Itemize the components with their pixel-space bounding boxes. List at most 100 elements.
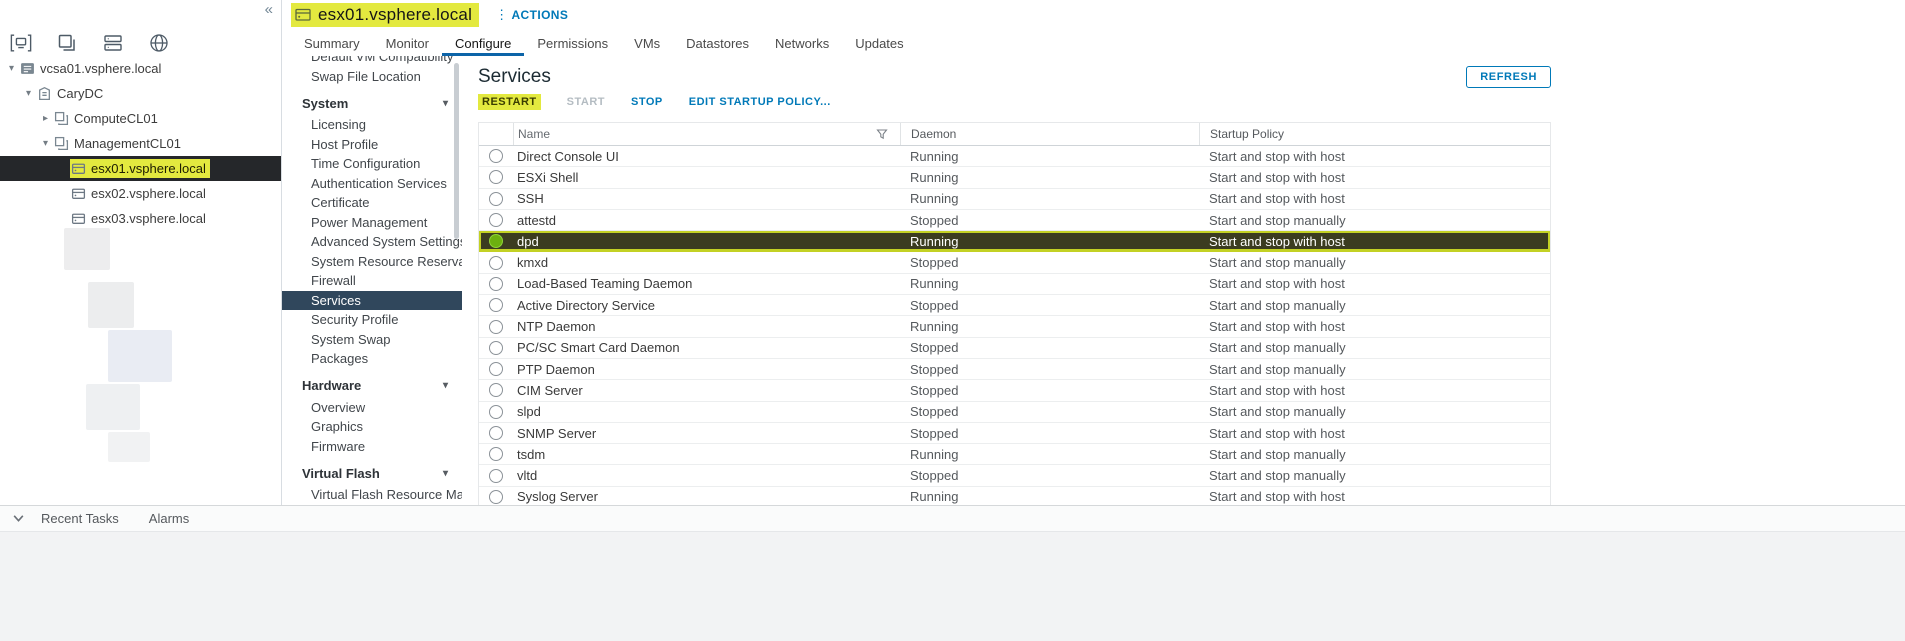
service-row-snmp-server[interactable]: SNMP Server Stopped Start and stop with ho… xyxy=(479,422,1550,445)
confignav-item-default-vm-compatibility[interactable]: Default VM Compatibility xyxy=(282,56,462,67)
service-row-esxi-shell[interactable]: ESXi Shell Running Start and stop with hos… xyxy=(479,167,1550,189)
confignav-item-authentication-services[interactable]: Authentication Services xyxy=(282,174,462,194)
confignav-item-power-management[interactable]: Power Management xyxy=(282,213,462,233)
vms-and-templates-icon[interactable] xyxy=(56,33,78,53)
hosts-and-clusters-icon[interactable] xyxy=(10,33,32,53)
row-radio[interactable] xyxy=(489,191,503,206)
chevron-down-icon[interactable]: ▾ xyxy=(38,138,53,149)
confignav-item-firewall[interactable]: Firewall xyxy=(282,271,462,291)
tab-datastores[interactable]: Datastores xyxy=(673,30,762,56)
tab-monitor[interactable]: Monitor xyxy=(373,30,442,56)
sidebar-collapse-icon[interactable]: « xyxy=(265,2,273,17)
tree-item-esx03-vsphere-local[interactable]: esx03.vsphere.local xyxy=(0,206,281,231)
service-name-cell: tsdm xyxy=(517,446,546,462)
confignav-item-time-configuration[interactable]: Time Configuration xyxy=(282,154,462,174)
tab-summary[interactable]: Summary xyxy=(291,30,373,56)
tree-item-vcsa01-vsphere-local[interactable]: ▾ vcsa01.vsphere.local xyxy=(0,56,281,81)
tab-vms[interactable]: VMs xyxy=(621,30,673,56)
actions-button[interactable]: ⋮ ACTIONS xyxy=(495,7,568,23)
row-radio[interactable] xyxy=(489,383,503,398)
service-row-dpd[interactable]: dpd Running Start and stop with host xyxy=(479,231,1550,253)
service-row-ptp-daemon[interactable]: PTP Daemon Stopped Start and stop manually xyxy=(479,358,1550,381)
tab-networks[interactable]: Networks xyxy=(762,30,842,56)
tab-configure[interactable]: Configure xyxy=(442,30,524,56)
service-row-slpd[interactable]: slpd Stopped Start and stop manually xyxy=(479,401,1550,423)
chevron-right-icon[interactable]: ▸ xyxy=(38,113,53,124)
refresh-button[interactable]: REFRESH xyxy=(1466,66,1551,88)
tab-updates[interactable]: Updates xyxy=(842,30,916,56)
confignav-item-swap-file-location[interactable]: Swap File Location xyxy=(282,67,462,87)
service-policy-cell: Start and stop with host xyxy=(1209,169,1345,185)
redacted-tree-item xyxy=(86,384,140,430)
storage-icon[interactable] xyxy=(102,33,124,53)
service-row-vltd[interactable]: vltd Stopped Start and stop manually xyxy=(479,465,1550,487)
confignav-section-hardware[interactable]: Hardware ▾ xyxy=(282,374,462,398)
toolbar-restart-button[interactable]: RESTART xyxy=(478,94,541,110)
service-row-ntp-daemon[interactable]: NTP Daemon Running Start and stop with hos… xyxy=(479,316,1550,338)
row-radio[interactable] xyxy=(489,362,503,377)
row-radio[interactable] xyxy=(489,234,503,249)
bottombar-recent-tasks[interactable]: Recent Tasks xyxy=(41,511,119,526)
tab-permissions[interactable]: Permissions xyxy=(524,30,621,56)
row-radio[interactable] xyxy=(489,468,503,483)
configure-nav-scrollbar[interactable] xyxy=(454,63,459,239)
row-radio[interactable] xyxy=(489,213,503,228)
toolbar-edit-startup-policy-button[interactable]: EDIT STARTUP POLICY... xyxy=(689,96,831,108)
confignav-item-packages[interactable]: Packages xyxy=(282,349,462,369)
confignav-item-certificate[interactable]: Certificate xyxy=(282,193,462,213)
row-radio[interactable] xyxy=(489,447,503,462)
service-row-syslog-server[interactable]: Syslog Server Running Start and stop with … xyxy=(479,486,1550,505)
confignav-item-system-swap[interactable]: System Swap xyxy=(282,330,462,350)
confignav-item-security-profile[interactable]: Security Profile xyxy=(282,310,462,330)
row-radio[interactable] xyxy=(489,489,503,504)
row-radio[interactable] xyxy=(489,255,503,270)
confignav-section-system[interactable]: System ▾ xyxy=(282,91,462,115)
tree-item-computecl01[interactable]: ▸ ComputeCL01 xyxy=(0,106,281,131)
row-radio[interactable] xyxy=(489,149,503,164)
service-daemon-cell: Stopped xyxy=(910,404,959,420)
services-table-header: Name Daemon Startup Policy xyxy=(479,123,1550,146)
tree-item-carydc[interactable]: ▾ CaryDC xyxy=(0,81,281,106)
tree-item-esx01-vsphere-local[interactable]: esx01.vsphere.local xyxy=(0,156,281,181)
confignav-item-firmware[interactable]: Firmware xyxy=(282,437,462,457)
toolbar-stop-button[interactable]: STOP xyxy=(631,96,663,108)
confignav-item-graphics[interactable]: Graphics xyxy=(282,417,462,437)
inventory-sidebar: « ▾ vcsa01.vsphere.local ▾ CaryDC ▸ ComputeCL… xyxy=(0,0,282,505)
row-radio[interactable] xyxy=(489,276,503,291)
service-row-tsdm[interactable]: tsdm Running Start and stop manually xyxy=(479,444,1550,466)
confignav-item-services[interactable]: Services xyxy=(282,290,462,310)
service-row-cim-server[interactable]: CIM Server Stopped Start and stop with hos… xyxy=(479,380,1550,402)
row-radio[interactable] xyxy=(489,170,503,185)
chevron-down-icon[interactable]: ▾ xyxy=(4,63,19,74)
confignav-item-system-resource-reservati[interactable]: System Resource Reservati... xyxy=(282,252,462,272)
confignav-item-licensing[interactable]: Licensing xyxy=(282,115,462,135)
confignav-section-virtual-flash[interactable]: Virtual Flash ▾ xyxy=(282,461,462,485)
chevron-down-icon[interactable] xyxy=(12,514,25,523)
row-radio[interactable] xyxy=(489,426,503,440)
service-row-load-based-teaming-daemon[interactable]: Load-Based Teaming Daemon Running Start an… xyxy=(479,273,1550,296)
row-radio[interactable] xyxy=(489,319,503,334)
service-policy-cell: Start and stop manually xyxy=(1209,212,1346,228)
confignav-item-virtual-flash-resource-man[interactable]: Virtual Flash Resource Man... xyxy=(282,485,462,505)
chevron-down-icon[interactable]: ▾ xyxy=(21,88,36,99)
service-row-active-directory-service[interactable]: Active Directory Service Stopped Start and… xyxy=(479,295,1550,317)
service-row-kmxd[interactable]: kmxd Stopped Start and stop manually xyxy=(479,252,1550,274)
tree-item-esx02-vsphere-local[interactable]: esx02.vsphere.local xyxy=(0,181,281,206)
service-row-ssh[interactable]: SSH Running Start and stop with host xyxy=(479,188,1550,210)
service-row-pc-sc-smart-card-daemon[interactable]: PC/SC Smart Card Daemon Stopped Start and … xyxy=(479,337,1550,359)
service-row-attestd[interactable]: attestd Stopped Start and stop manually xyxy=(479,209,1550,232)
service-row-direct-console-ui[interactable]: Direct Console UI Running Start and stop w… xyxy=(479,146,1550,168)
confignav-item-host-profile[interactable]: Host Profile xyxy=(282,135,462,155)
row-radio[interactable] xyxy=(489,404,503,419)
service-name-cell: PTP Daemon xyxy=(517,361,595,377)
row-radio[interactable] xyxy=(489,340,503,355)
tree-item-managementcl01[interactable]: ▾ ManagementCL01 xyxy=(0,131,281,156)
confignav-item-overview[interactable]: Overview xyxy=(282,398,462,418)
row-radio[interactable] xyxy=(489,298,503,313)
filter-icon[interactable] xyxy=(876,128,888,140)
networking-icon[interactable] xyxy=(148,33,170,53)
bottombar-alarms[interactable]: Alarms xyxy=(149,511,189,526)
confignav-item-advanced-system-settings[interactable]: Advanced System Settings xyxy=(282,232,462,252)
service-name-cell: CIM Server xyxy=(517,382,583,398)
radio-cell xyxy=(479,489,513,504)
